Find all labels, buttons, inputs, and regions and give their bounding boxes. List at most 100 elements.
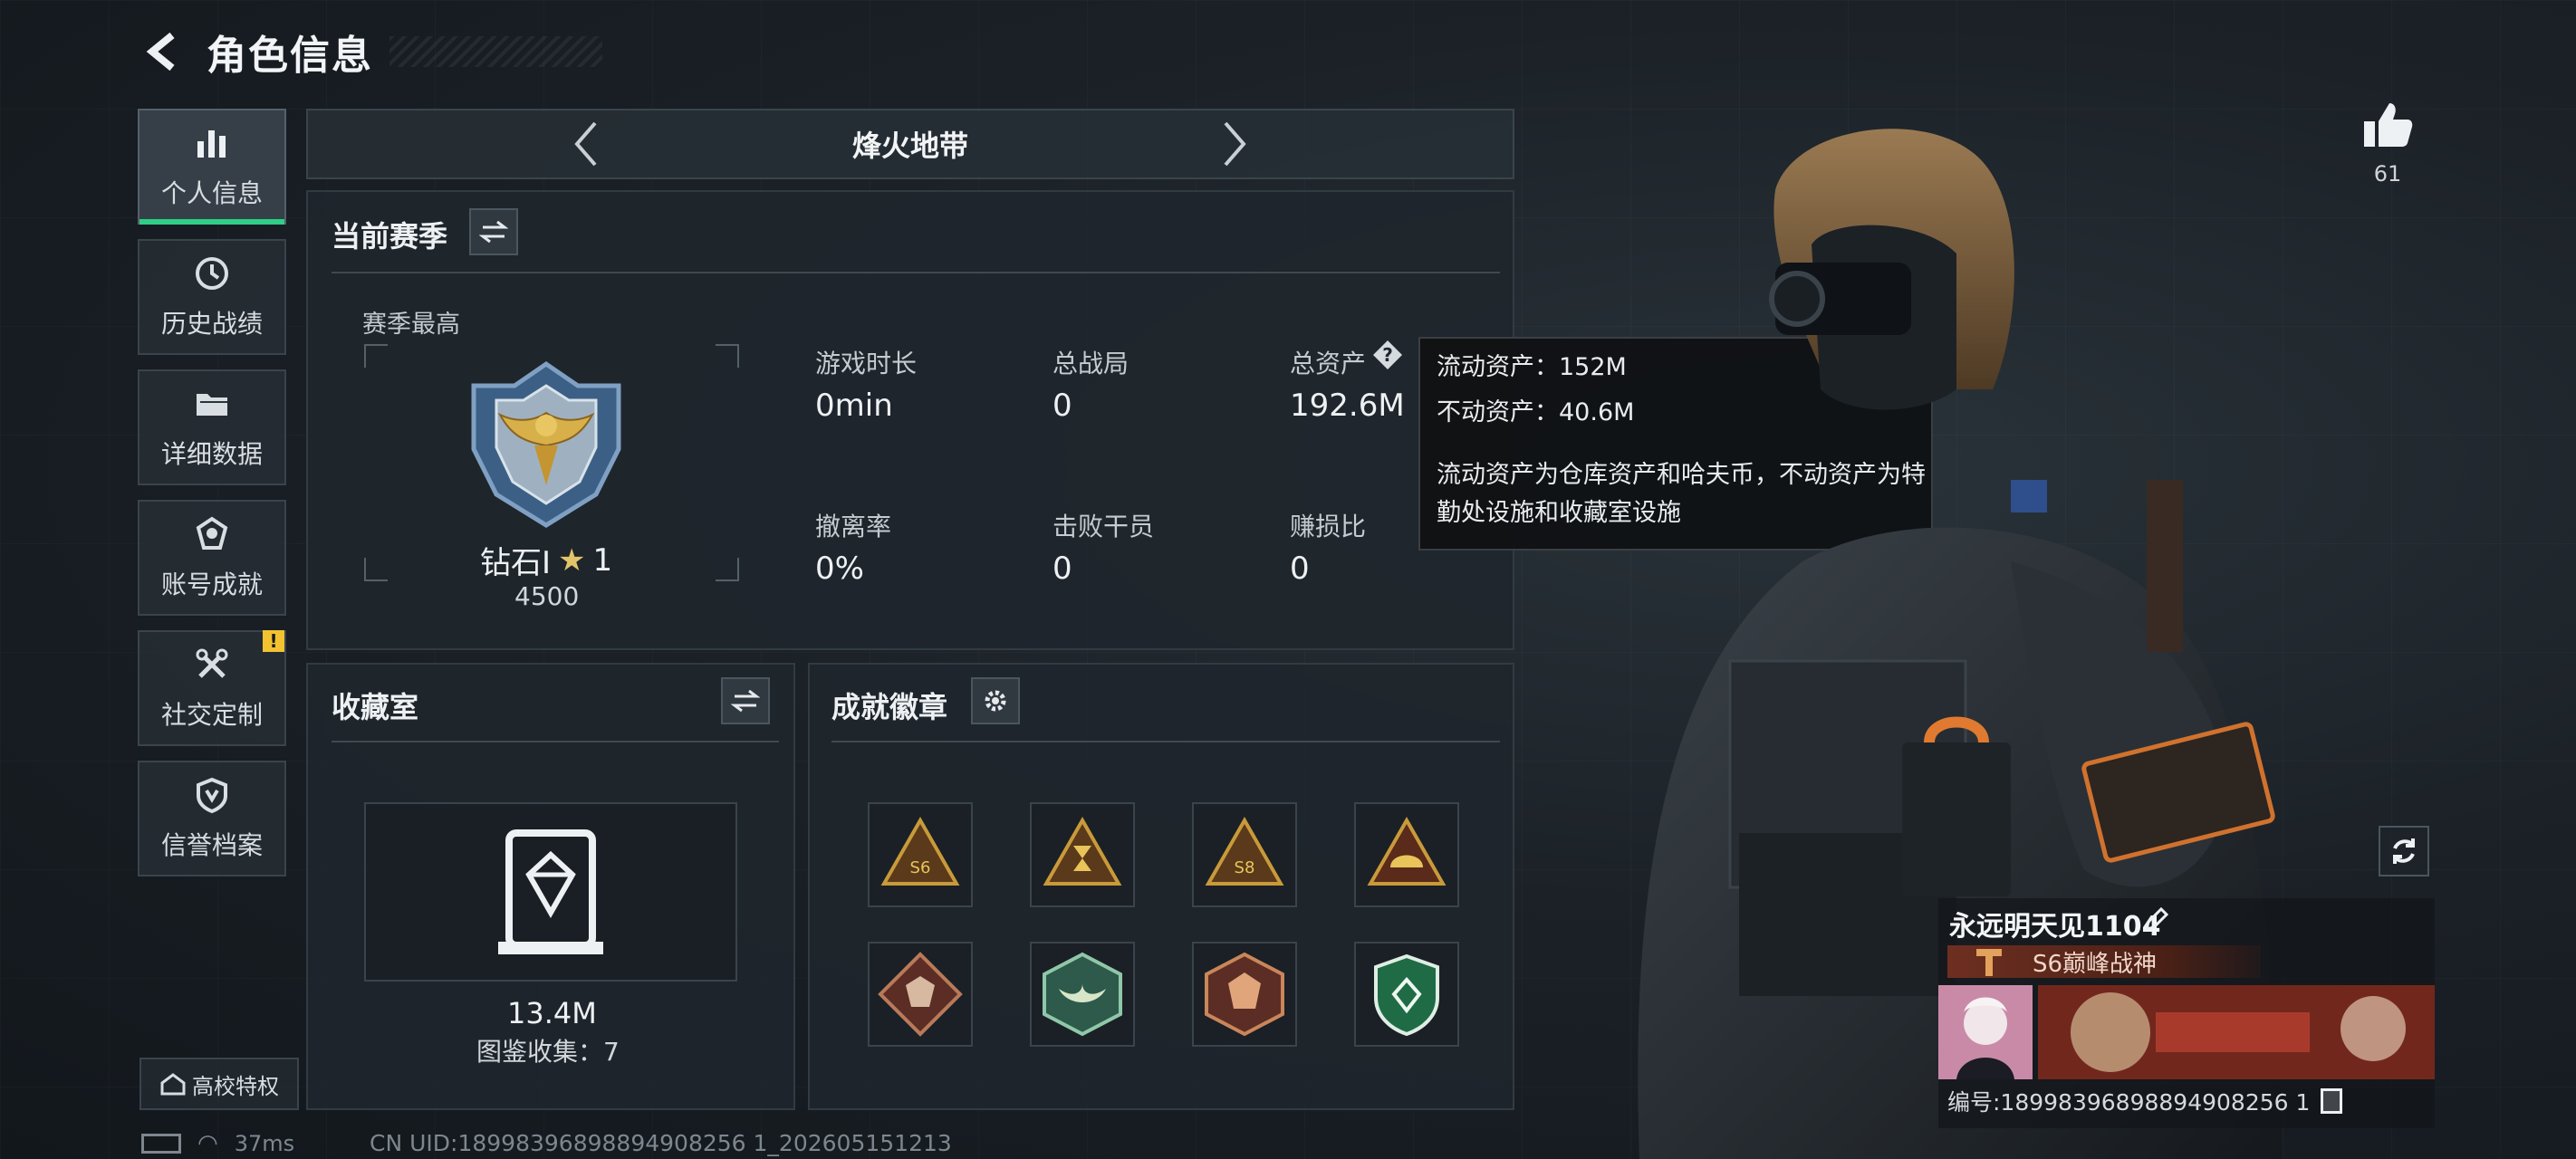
collection-title: 收藏室 bbox=[332, 690, 419, 724]
player-banner bbox=[2038, 985, 2435, 1079]
copy-icon[interactable] bbox=[2321, 1088, 2343, 1114]
thumbs-up-icon bbox=[2364, 103, 2413, 147]
vault-icon bbox=[498, 829, 603, 954]
rank-name: 钻石Ⅰ bbox=[480, 545, 552, 581]
rank-title-strip: S6巅峰战神 bbox=[1947, 945, 2261, 978]
player-name: 永远明天见1104 bbox=[1949, 911, 2161, 943]
sidebar-item-label: 账号成就 bbox=[160, 570, 263, 599]
swap-icon bbox=[479, 220, 508, 244]
star-icon: ★ bbox=[558, 541, 586, 579]
rank-name-row: 钻石Ⅰ ★ 1 bbox=[480, 538, 612, 582]
frame-corner bbox=[364, 558, 388, 581]
stat-label-total-matches: 总战局 bbox=[1053, 349, 1129, 378]
shield-icon bbox=[192, 775, 232, 815]
badge-slot[interactable] bbox=[1030, 942, 1135, 1047]
status-bar: ◠ 37ms bbox=[141, 1130, 294, 1157]
chevron-right-icon bbox=[1224, 121, 1246, 167]
stat-label-extract-rate: 撤离率 bbox=[815, 512, 892, 541]
sidebar-item-social[interactable]: ! 社交定制 bbox=[138, 630, 286, 746]
pencil-icon bbox=[2144, 906, 2169, 932]
sidebar-item-history[interactable]: 历史战绩 bbox=[138, 239, 286, 355]
ping-text: 37ms bbox=[234, 1131, 295, 1156]
back-button[interactable] bbox=[136, 24, 190, 79]
sidebar-item-detail-data[interactable]: 详细数据 bbox=[138, 369, 286, 485]
stat-label-profit-ratio: 赚损比 bbox=[1290, 512, 1367, 541]
badge-slot[interactable] bbox=[1192, 942, 1297, 1047]
mode-selector: 烽火地带 bbox=[306, 109, 1514, 179]
collection-value: 13.4M bbox=[507, 996, 597, 1030]
sidebar-item-label: 历史战绩 bbox=[160, 309, 263, 339]
badge-slot[interactable]: S6 bbox=[868, 802, 973, 907]
like-button[interactable]: 61 bbox=[2351, 100, 2424, 187]
svg-text:?: ? bbox=[1382, 344, 1393, 366]
season-best-label: 赛季最高 bbox=[362, 311, 460, 339]
svg-text:S6: S6 bbox=[910, 858, 931, 877]
badges-title: 成就徽章 bbox=[831, 690, 948, 724]
badge-dragon bbox=[1205, 952, 1284, 1037]
svg-text:S8: S8 bbox=[1235, 858, 1255, 877]
battery-icon bbox=[141, 1134, 181, 1154]
badge-slot[interactable] bbox=[868, 942, 973, 1047]
back-arrow-icon bbox=[146, 32, 175, 72]
badge-helmet bbox=[1367, 816, 1447, 886]
rank-score: 4500 bbox=[514, 581, 580, 611]
badge-s8: S8 bbox=[1205, 816, 1284, 886]
frame-corner bbox=[716, 344, 739, 368]
rank-emblem bbox=[471, 360, 621, 528]
rank-title: S6巅峰战神 bbox=[2033, 950, 2158, 978]
campus-privilege-button[interactable]: 高校特权 bbox=[139, 1058, 299, 1110]
warning-badge: ! bbox=[263, 630, 284, 652]
page-header: 角色信息 bbox=[136, 20, 373, 83]
refresh-model-button[interactable] bbox=[2379, 826, 2429, 876]
badge-hourglass bbox=[1043, 816, 1122, 886]
badge-wolf bbox=[878, 952, 963, 1037]
collection-switch-button[interactable] bbox=[721, 677, 770, 724]
rank-title-icon bbox=[1976, 949, 2002, 976]
badges-settings-button[interactable] bbox=[971, 677, 1020, 724]
folder-icon bbox=[192, 384, 232, 424]
badge-shield-green bbox=[1374, 953, 1439, 1037]
stat-label-kills: 击败干员 bbox=[1053, 512, 1155, 541]
prev-mode-button[interactable] bbox=[562, 117, 608, 171]
badge-slot[interactable]: S8 bbox=[1192, 802, 1297, 907]
season-title: 当前赛季 bbox=[332, 219, 448, 254]
sidebar-item-label: 个人信息 bbox=[160, 178, 263, 208]
stat-value-kills: 0 bbox=[1053, 551, 1072, 587]
like-count: 61 bbox=[2373, 161, 2402, 187]
badge-eagle-green bbox=[1043, 952, 1122, 1037]
badge-slot[interactable] bbox=[1354, 942, 1459, 1047]
page-title: 角色信息 bbox=[207, 33, 373, 79]
edit-name-button[interactable] bbox=[2141, 905, 2174, 938]
badge-s6-gold: S6 bbox=[880, 816, 960, 886]
sidebar-item-achievements[interactable]: 账号成就 bbox=[138, 500, 286, 616]
season-divider bbox=[332, 272, 1500, 273]
stat-value-profit-ratio: 0 bbox=[1290, 551, 1310, 587]
stat-label-total-assets: 总资产 bbox=[1290, 349, 1367, 378]
badges-divider bbox=[831, 741, 1500, 742]
badge-slot[interactable] bbox=[1354, 802, 1459, 907]
stat-value-extract-rate: 0% bbox=[815, 551, 864, 587]
swap-icon bbox=[731, 689, 760, 713]
bar-chart-icon bbox=[192, 123, 232, 163]
player-avatar[interactable] bbox=[1938, 985, 2033, 1079]
rank-stars: 1 bbox=[592, 541, 613, 579]
refresh-icon bbox=[2393, 838, 2415, 864]
wifi-icon: ◠ bbox=[197, 1130, 218, 1157]
campus-label: 高校特权 bbox=[192, 1073, 279, 1099]
frame-corner bbox=[716, 558, 739, 581]
sidebar-item-label: 社交定制 bbox=[160, 700, 263, 730]
history-clock-icon bbox=[192, 254, 232, 293]
mode-title: 烽火地带 bbox=[851, 129, 968, 163]
sidebar-item-label: 详细数据 bbox=[160, 439, 263, 469]
next-mode-button[interactable] bbox=[1213, 117, 1258, 171]
season-switch-button[interactable] bbox=[469, 208, 518, 255]
sidebar-item-personal-info[interactable]: 个人信息 bbox=[138, 109, 286, 225]
collection-count: 图鉴收集：7 bbox=[476, 1037, 620, 1067]
stat-value-total-matches: 0 bbox=[1053, 388, 1072, 424]
sidebar-item-label: 信誉档案 bbox=[160, 830, 263, 860]
sidebar-item-credit[interactable]: 信誉档案 bbox=[138, 761, 286, 876]
badge-slot[interactable] bbox=[1030, 802, 1135, 907]
stat-value-total-assets: 192.6M bbox=[1290, 388, 1405, 424]
help-icon[interactable]: ? bbox=[1371, 339, 1404, 371]
achievement-icon bbox=[192, 514, 232, 554]
